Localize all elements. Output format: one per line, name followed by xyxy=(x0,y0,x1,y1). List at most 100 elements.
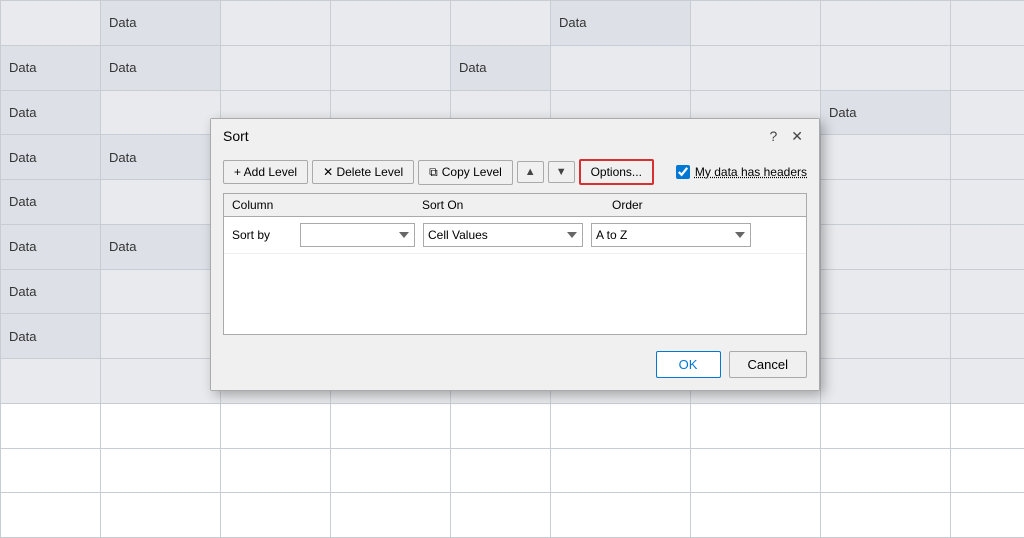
cell xyxy=(951,359,1024,404)
cell: Data xyxy=(1,224,101,269)
cell xyxy=(1,1,101,46)
cell xyxy=(821,448,951,493)
cell xyxy=(951,448,1024,493)
cell xyxy=(221,448,331,493)
cell xyxy=(951,314,1024,359)
sort-by-label: Sort by xyxy=(232,228,292,242)
cell xyxy=(821,493,951,538)
sort-empty-area xyxy=(224,254,806,334)
copy-icon: ⧉ xyxy=(429,165,438,180)
dialog-toolbar: + Add Level ✕ Delete Level ⧉ Copy Level … xyxy=(223,159,807,185)
cancel-button[interactable]: Cancel xyxy=(729,351,807,378)
cell: Data xyxy=(101,135,221,180)
sort-dialog: Sort ? ✕ + Add Level ✕ Delete Level ⧉ Co… xyxy=(210,118,820,391)
cell: Data xyxy=(821,90,951,135)
cell: Data xyxy=(451,45,551,90)
dialog-controls: ? ✕ xyxy=(765,127,807,145)
cell xyxy=(551,448,691,493)
cell xyxy=(951,493,1024,538)
cell xyxy=(551,403,691,448)
cell xyxy=(101,269,221,314)
cell xyxy=(101,314,221,359)
cell xyxy=(331,493,451,538)
sort-on-header: Sort On xyxy=(414,194,604,216)
cell: Data xyxy=(1,314,101,359)
cell xyxy=(451,1,551,46)
cell xyxy=(101,180,221,225)
sort-on-select[interactable]: Cell Values xyxy=(423,223,583,247)
dialog-title: Sort xyxy=(223,128,249,144)
my-data-headers-row: My data has headers xyxy=(676,165,807,179)
cell xyxy=(1,403,101,448)
cell xyxy=(691,493,821,538)
cell: Data xyxy=(1,269,101,314)
cell xyxy=(331,45,451,90)
cell xyxy=(101,90,221,135)
my-data-headers-checkbox[interactable] xyxy=(676,165,690,179)
cell xyxy=(691,45,821,90)
move-down-button[interactable]: ▼ xyxy=(548,161,575,183)
cell xyxy=(1,493,101,538)
sort-table-area: Column Sort On Order Sort by Cell Values… xyxy=(223,193,807,335)
cell: Data xyxy=(1,45,101,90)
cell xyxy=(221,403,331,448)
cell: Data xyxy=(101,45,221,90)
cell xyxy=(821,269,951,314)
dialog-body: + Add Level ✕ Delete Level ⧉ Copy Level … xyxy=(211,151,819,390)
cell xyxy=(821,359,951,404)
cell: Data xyxy=(1,180,101,225)
copy-level-button[interactable]: ⧉ Copy Level xyxy=(418,160,513,185)
cell xyxy=(331,1,451,46)
cell: Data xyxy=(1,90,101,135)
cell: Data xyxy=(101,224,221,269)
sort-by-column-select[interactable] xyxy=(300,223,415,247)
cell xyxy=(951,1,1024,46)
cell: Data xyxy=(1,135,101,180)
cell xyxy=(451,448,551,493)
cell xyxy=(221,1,331,46)
cell xyxy=(1,359,101,404)
cell xyxy=(691,1,821,46)
sort-table-header: Column Sort On Order xyxy=(224,194,806,217)
order-header: Order xyxy=(604,194,804,216)
cell xyxy=(821,1,951,46)
cell xyxy=(821,314,951,359)
cell xyxy=(101,403,221,448)
cell xyxy=(951,224,1024,269)
cell xyxy=(101,493,221,538)
cell xyxy=(221,45,331,90)
order-select[interactable]: A to Z Z to A xyxy=(591,223,751,247)
copy-level-label: Copy Level xyxy=(442,165,502,179)
cell xyxy=(1,448,101,493)
sort-row: Sort by Cell Values A to Z Z to A xyxy=(224,217,806,254)
cell xyxy=(101,359,221,404)
cell xyxy=(951,135,1024,180)
column-header: Column xyxy=(224,194,414,216)
dialog-close-button[interactable]: ✕ xyxy=(787,127,807,145)
cell: Data xyxy=(551,1,691,46)
cell xyxy=(101,448,221,493)
cell xyxy=(691,448,821,493)
cell xyxy=(691,403,821,448)
add-level-button[interactable]: + Add Level xyxy=(223,160,308,184)
cell xyxy=(821,135,951,180)
cell xyxy=(951,180,1024,225)
cell xyxy=(331,448,451,493)
cell xyxy=(951,45,1024,90)
dialog-help-button[interactable]: ? xyxy=(765,127,781,145)
dialog-titlebar: Sort ? ✕ xyxy=(211,119,819,151)
cell xyxy=(551,45,691,90)
cell xyxy=(951,269,1024,314)
options-button[interactable]: Options... xyxy=(579,159,654,185)
my-data-headers-label: My data has headers xyxy=(695,165,807,179)
delete-level-button[interactable]: ✕ Delete Level xyxy=(312,160,414,184)
move-up-button[interactable]: ▲ xyxy=(517,161,544,183)
cell xyxy=(821,45,951,90)
cell xyxy=(951,90,1024,135)
cell xyxy=(951,403,1024,448)
cell: Data xyxy=(101,1,221,46)
cell xyxy=(551,493,691,538)
cell xyxy=(821,403,951,448)
cell xyxy=(221,493,331,538)
ok-button[interactable]: OK xyxy=(656,351,721,378)
